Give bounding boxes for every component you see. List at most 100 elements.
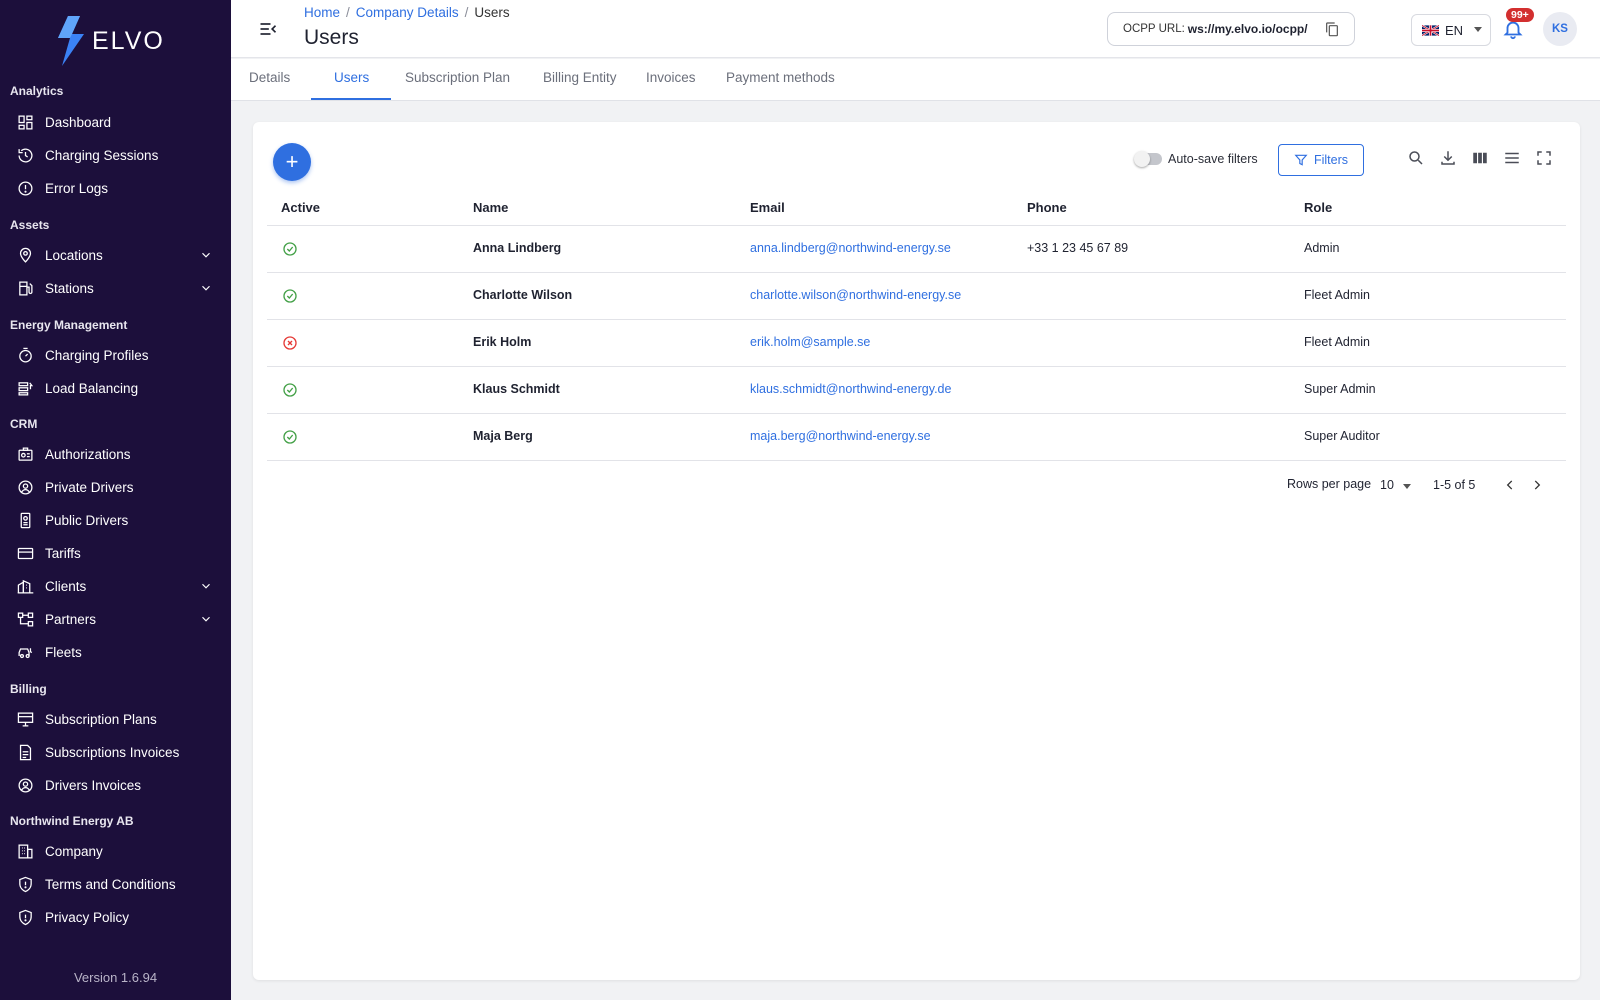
users-card: + Auto-save filters Filters Active Name … <box>253 122 1580 980</box>
column-header-phone[interactable]: Phone <box>1027 200 1067 215</box>
notification-badge: 99+ <box>1506 8 1534 22</box>
download-icon[interactable] <box>1439 149 1457 167</box>
sidebar-item-clients[interactable]: Clients <box>0 570 231 602</box>
sidebar-item-label: Subscriptions Invoices <box>45 744 180 760</box>
sidebar-item-label: Public Drivers <box>45 512 129 528</box>
map-pin-icon <box>16 246 34 264</box>
pagination: Rows per page 10 1-5 of 5 <box>253 471 1566 501</box>
cell-phone: +33 1 23 45 67 89 <box>1027 241 1129 255</box>
nav-section-energy: Energy Management <box>10 318 128 332</box>
user-circle-icon <box>16 776 34 794</box>
cell-name: Charlotte Wilson <box>473 288 573 302</box>
columns-icon[interactable] <box>1471 149 1489 167</box>
add-user-button[interactable]: + <box>273 143 311 181</box>
table-row[interactable]: Erik Holm erik.holm@sample.se Fleet Admin <box>267 320 1566 367</box>
column-header-active[interactable]: Active <box>281 200 320 215</box>
column-header-role[interactable]: Role <box>1304 200 1332 215</box>
table-row[interactable]: Maja Berg maja.berg@northwind-energy.se Su… <box>267 414 1566 461</box>
copy-icon[interactable] <box>1324 21 1340 37</box>
column-header-name[interactable]: Name <box>473 200 508 215</box>
chevron-left-icon[interactable] <box>1503 478 1517 492</box>
sidebar-item-label: Fleets <box>45 644 82 660</box>
sidebar-item-company[interactable]: Company <box>0 835 231 867</box>
tab-bar: Details Users Subscription Plan Billing … <box>231 59 1600 101</box>
table-row[interactable]: Charlotte Wilson charlotte.wilson@northwi… <box>267 273 1566 320</box>
cell-role: Admin <box>1304 241 1340 255</box>
cell-email-link[interactable]: klaus.schmidt@northwind-energy.de <box>750 382 951 396</box>
tab-users[interactable]: Users <box>334 70 369 85</box>
table-row[interactable]: Anna Lindberg anna.lindberg@northwind-ene… <box>267 226 1566 273</box>
ocpp-url-box: OCPP URL: ws://my.elvo.io/ocpp/ <box>1107 12 1355 46</box>
sidebar-item-authorizations[interactable]: Authorizations <box>0 438 231 470</box>
sidebar-item-locations[interactable]: Locations <box>0 239 231 271</box>
cell-email-link[interactable]: erik.holm@sample.se <box>750 335 870 349</box>
building-icon <box>16 842 34 860</box>
table-body: Anna Lindberg anna.lindberg@northwind-ene… <box>267 226 1566 461</box>
sidebar-item-charging-profiles[interactable]: Charging Profiles <box>0 339 231 371</box>
cell-role: Super Auditor <box>1304 429 1380 443</box>
sidebar-item-fleets[interactable]: Fleets <box>0 636 231 668</box>
table-header: Active Name Email Phone Role <box>267 190 1566 226</box>
sidebar-item-stations[interactable]: Stations <box>0 272 231 304</box>
tab-subscription-plan[interactable]: Subscription Plan <box>405 70 510 85</box>
search-icon[interactable] <box>1407 149 1425 167</box>
dashboard-icon <box>16 113 34 131</box>
breadcrumb-company-details[interactable]: Company Details <box>356 5 459 20</box>
x-circle-icon <box>283 336 297 350</box>
cell-name: Erik Holm <box>473 335 532 349</box>
cell-email-link[interactable]: charlotte.wilson@northwind-energy.se <box>750 288 961 302</box>
chevron-right-icon[interactable] <box>1530 478 1544 492</box>
sidebar-item-tariffs[interactable]: Tariffs <box>0 537 231 569</box>
cell-email-link[interactable]: maja.berg@northwind-energy.se <box>750 429 931 443</box>
avatar[interactable]: KS <box>1543 12 1577 46</box>
sidebar-item-label: Dashboard <box>45 114 112 130</box>
user-circle-icon <box>16 478 34 496</box>
menu-collapse-icon[interactable] <box>258 19 278 39</box>
breadcrumb-current: Users <box>474 5 510 20</box>
page-range: 1-5 of 5 <box>1433 478 1476 492</box>
sidebar-item-private-drivers[interactable]: Private Drivers <box>0 471 231 503</box>
sidebar-item-partners[interactable]: Partners <box>0 603 231 635</box>
tab-payment-methods[interactable]: Payment methods <box>726 70 835 85</box>
chevron-down-icon <box>202 285 210 291</box>
rows-per-page-select[interactable]: 10 <box>1380 478 1394 492</box>
logo-text: ELVO <box>92 26 165 55</box>
shield-icon <box>16 875 34 893</box>
buildings-icon <box>16 577 34 595</box>
tab-details[interactable]: Details <box>249 70 290 85</box>
fullscreen-icon[interactable] <box>1535 149 1553 167</box>
breadcrumb-separator: / <box>346 5 350 20</box>
tab-billing-entity[interactable]: Billing Entity <box>543 70 617 85</box>
chevron-down-icon <box>202 583 210 589</box>
sidebar-item-load-balancing[interactable]: Load Balancing <box>0 372 231 404</box>
tab-invoices[interactable]: Invoices <box>646 70 696 85</box>
table-row[interactable]: Klaus Schmidt klaus.schmidt@northwind-ene… <box>267 367 1566 414</box>
logo[interactable]: ELVO <box>56 16 165 66</box>
sidebar-item-subscription-plans[interactable]: Subscription Plans <box>0 703 231 735</box>
filters-button[interactable]: Filters <box>1278 144 1364 176</box>
app-version: Version 1.6.94 <box>73 970 158 985</box>
breadcrumb-home[interactable]: Home <box>304 5 340 20</box>
sidebar-item-public-drivers[interactable]: Public Drivers <box>0 504 231 536</box>
sidebar-item-label: Error Logs <box>45 180 109 196</box>
nav-section-assets: Assets <box>10 218 50 232</box>
check-circle-icon <box>283 289 297 303</box>
sidebar-item-dashboard[interactable]: Dashboard <box>0 106 231 138</box>
sidebar-item-subscriptions-invoices[interactable]: Subscriptions Invoices <box>0 736 231 768</box>
sidebar-item-label: Authorizations <box>45 446 131 462</box>
sidebar-item-label: Clients <box>45 578 87 594</box>
sidebar-item-terms[interactable]: Terms and Conditions <box>0 868 231 900</box>
density-icon[interactable] <box>1503 149 1521 167</box>
sidebar-item-drivers-invoices[interactable]: Drivers Invoices <box>0 769 231 801</box>
sidebar-item-error-logs[interactable]: Error Logs <box>0 172 231 204</box>
sidebar-item-privacy[interactable]: Privacy Policy <box>0 901 231 933</box>
sidebar-item-label: Stations <box>45 280 94 296</box>
sidebar-item-label: Locations <box>45 247 103 263</box>
sidebar-item-label: Charging Profiles <box>45 347 149 363</box>
sidebar-item-charging-sessions[interactable]: Charging Sessions <box>0 139 231 171</box>
cell-email-link[interactable]: anna.lindberg@northwind-energy.se <box>750 241 951 255</box>
auto-save-toggle[interactable] <box>1134 151 1162 167</box>
language-select[interactable]: EN <box>1411 14 1491 46</box>
column-header-email[interactable]: Email <box>750 200 785 215</box>
active-tab-indicator <box>311 98 391 100</box>
